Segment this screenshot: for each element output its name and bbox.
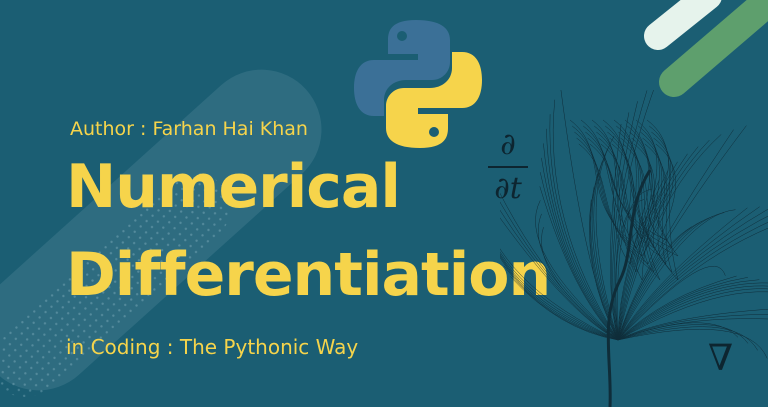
corner-decor [644,0,768,97]
title-line-differentiation: Differentiation [66,240,551,310]
title-line-numerical: Numerical [66,152,401,222]
subtitle-label: in Coding : The Pythonic Way [66,335,359,359]
python-logo-icon [354,20,482,148]
banner-canvas: Author : Farhan Hai Khan Numerical Diffe… [0,0,768,407]
author-label: Author : Farhan Hai Khan [70,118,308,140]
nabla-symbol: ∇ [708,338,734,379]
